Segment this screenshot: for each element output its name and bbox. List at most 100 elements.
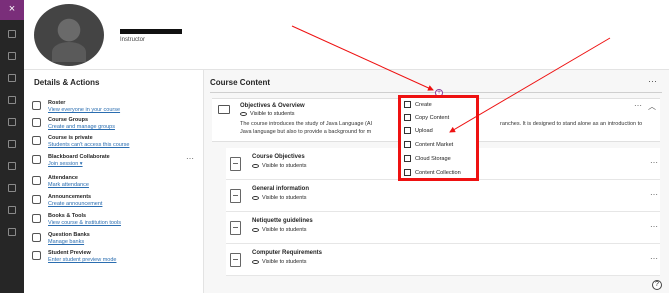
chevron-up-icon[interactable]: ︿ — [648, 101, 656, 112]
collaborate-title: Blackboard Collaborate — [48, 154, 110, 160]
user-role: Instructor — [120, 37, 146, 43]
visibility-label: Visible to students — [262, 195, 307, 201]
folder-title[interactable]: Objectives & Overview — [240, 103, 305, 109]
visibility-status[interactable]: Visible to students — [252, 227, 307, 233]
roster-icon — [32, 101, 41, 110]
close-icon[interactable]: × — [0, 0, 24, 20]
content-item-title[interactable]: Course Objectives — [252, 154, 305, 160]
course-content-title: Course Content — [210, 78, 270, 87]
eye-icon — [252, 195, 259, 200]
books-tools-title: Books & Tools — [48, 213, 87, 219]
help-icon[interactable]: ? — [652, 280, 662, 290]
visibility-status[interactable]: Visible to students — [252, 163, 307, 169]
visibility-status[interactable]: Visible to students — [240, 111, 295, 117]
menu-item-label: Create — [415, 101, 432, 108]
books-tools-link[interactable]: View course & institution tools — [48, 220, 121, 226]
menu-item-content-collection[interactable]: Content Collection — [404, 169, 461, 176]
nav-icon-7[interactable] — [8, 162, 16, 170]
nav-icon-5[interactable] — [8, 118, 16, 126]
visibility-status[interactable]: Visible to students — [252, 195, 307, 201]
collaborate-icon — [32, 155, 41, 164]
document-icon — [230, 189, 241, 203]
more-options-icon[interactable]: ⋯ — [650, 254, 658, 263]
private-link[interactable]: Students can't access this course — [48, 142, 129, 148]
upload-icon — [404, 127, 411, 134]
eye-icon — [32, 251, 41, 260]
copy-icon — [404, 114, 411, 121]
avatar — [34, 4, 104, 66]
details-actions-panel: Details & Actions Roster View everyone i… — [24, 70, 204, 293]
content-item[interactable]: Netiquette guidelines Visible to student… — [226, 212, 660, 244]
visibility-label: Visible to students — [250, 111, 295, 117]
menu-item-label: Upload — [415, 127, 433, 134]
cloud-icon — [404, 155, 411, 162]
menu-item-cloud-storage[interactable]: Cloud Storage — [404, 155, 451, 162]
menu-item-label: Cloud Storage — [415, 155, 451, 162]
student-preview-title: Student Preview — [48, 250, 91, 256]
details-title: Details & Actions — [34, 78, 100, 87]
description-part-2: ranches. It is designed to stand alone a… — [500, 121, 643, 127]
announcements-title: Announcements — [48, 194, 92, 200]
announcements-link[interactable]: Create announcement — [48, 201, 102, 207]
content-item[interactable]: Computer Requirements Visible to student… — [226, 244, 660, 276]
menu-item-upload[interactable]: Upload — [404, 127, 433, 134]
attendance-icon — [32, 176, 41, 185]
menu-item-label: Content Market — [415, 141, 454, 148]
nav-icon-3[interactable] — [8, 74, 16, 82]
visibility-label: Visible to students — [262, 227, 307, 233]
more-options-icon[interactable]: ⋯ — [186, 154, 194, 163]
announcement-icon — [32, 195, 41, 204]
nav-icon-10[interactable] — [8, 228, 16, 236]
document-icon — [230, 253, 241, 267]
market-icon — [404, 141, 411, 148]
more-options-icon[interactable]: ⋯ — [650, 158, 658, 167]
document-icon — [230, 221, 241, 235]
content-item-title[interactable]: Computer Requirements — [252, 250, 322, 256]
nav-icon-1[interactable] — [8, 30, 16, 38]
groups-link[interactable]: Create and manage groups — [48, 124, 115, 130]
redacted-name — [120, 29, 182, 34]
menu-item-label: Copy Content — [415, 114, 450, 121]
nav-icon-8[interactable] — [8, 184, 16, 192]
content-item-title[interactable]: General information — [252, 186, 309, 192]
eye-icon — [252, 259, 259, 264]
roster-title: Roster — [48, 100, 66, 106]
profile-header: Instructor — [24, 0, 669, 70]
tools-icon — [32, 214, 41, 223]
collection-icon — [404, 169, 411, 176]
groups-icon — [32, 118, 41, 127]
folder-icon — [218, 105, 230, 114]
question-banks-link[interactable]: Manage banks — [48, 239, 84, 245]
nav-icon-6[interactable] — [8, 140, 16, 148]
more-options-icon[interactable]: ⋯ — [648, 76, 657, 87]
description-part-1: The course introduces the study of Java … — [240, 121, 373, 127]
eye-icon — [252, 163, 259, 168]
nav-icon-2[interactable] — [8, 52, 16, 60]
visibility-status[interactable]: Visible to students — [252, 259, 307, 265]
visibility-label: Visible to students — [262, 259, 307, 265]
menu-item-content-market[interactable]: Content Market — [404, 141, 453, 148]
attendance-link[interactable]: Mark attendance — [48, 182, 89, 188]
eye-icon — [240, 111, 247, 116]
private-title: Course is private — [48, 135, 93, 141]
lock-icon — [32, 136, 41, 145]
student-preview-link[interactable]: Enter student preview mode — [48, 257, 116, 263]
document-icon — [230, 157, 241, 171]
menu-item-create[interactable]: Create — [404, 101, 432, 108]
join-session-link[interactable]: Join session ▾ — [48, 161, 83, 167]
nav-icon-9[interactable] — [8, 206, 16, 214]
bank-icon — [32, 233, 41, 242]
add-content-menu: Create Copy Content Upload Content Marke… — [398, 95, 479, 181]
visibility-label: Visible to students — [262, 163, 307, 169]
content-item-title[interactable]: Netiquette guidelines — [252, 218, 313, 224]
menu-item-label: Content Collection — [415, 169, 461, 176]
more-options-icon[interactable]: ⋯ — [650, 222, 658, 231]
more-options-icon[interactable]: ⋯ — [634, 101, 642, 110]
nav-icon-4[interactable] — [8, 96, 16, 104]
description-part-3: Java language but also to provide a back… — [240, 129, 372, 135]
question-banks-title: Question Banks — [48, 232, 90, 238]
more-options-icon[interactable]: ⋯ — [650, 190, 658, 199]
menu-item-copy-content[interactable]: Copy Content — [404, 114, 449, 121]
content-item[interactable]: General information Visible to students … — [226, 180, 660, 212]
roster-link[interactable]: View everyone in your course — [48, 107, 120, 113]
